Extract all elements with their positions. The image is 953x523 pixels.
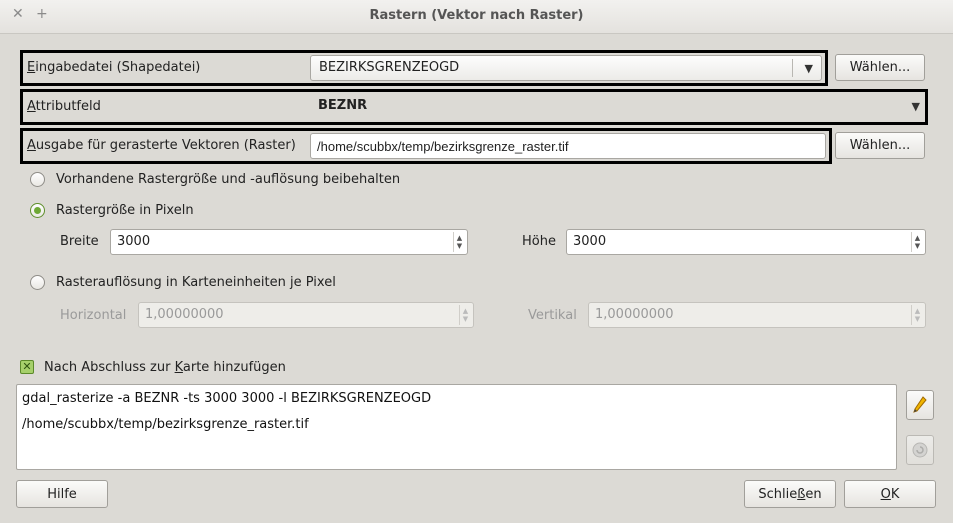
add-to-map-label: Nach Abschluss zur Karte hinzufügen (44, 360, 286, 375)
vertical-label: Vertikal (528, 308, 577, 323)
close-button[interactable]: Schlie ß en (744, 480, 836, 508)
map-units-radio[interactable] (30, 275, 45, 290)
dropdown-arrow-icon: ▼ (911, 100, 920, 113)
spin-arrows-icon[interactable]: ▲ ▼ (911, 232, 923, 252)
reset-command-button[interactable] (906, 435, 934, 465)
output-browse-button[interactable]: Wählen... (835, 132, 925, 159)
attribute-label: Attributfeld (27, 99, 101, 114)
keep-size-radio[interactable] (30, 172, 45, 187)
spin-arrows-icon[interactable]: ▲ ▼ (453, 232, 465, 252)
height-spinbox[interactable]: 3000 ▲ ▼ (566, 229, 926, 255)
title-bar: ✕ + Rastern (Vektor nach Raster) (0, 0, 953, 34)
pixel-size-radio[interactable] (30, 203, 45, 218)
command-preview[interactable]: gdal_rasterize -a BEZNR -ts 3000 3000 -l… (16, 384, 897, 470)
output-path-input[interactable] (310, 133, 826, 159)
input-file-browse-button[interactable]: Wählen... (835, 54, 925, 81)
pixel-size-label: Rastergröße in Pixeln (56, 203, 194, 218)
height-label: Höhe (522, 234, 556, 249)
input-file-combo[interactable]: BEZIRKSGRENZEOGD ▼ (310, 55, 822, 81)
width-label: Breite (60, 234, 99, 249)
keep-size-label: Vorhandene Rastergröße und -auflösung be… (56, 172, 401, 187)
ok-button[interactable]: OK (844, 480, 936, 508)
window-title: Rastern (Vektor nach Raster) (369, 8, 584, 23)
help-button[interactable]: Hilfe (16, 480, 108, 508)
input-file-label: Eingabedatei (Shapedatei) (27, 60, 201, 75)
spin-arrows-icon: ▲ ▼ (911, 305, 923, 325)
command-line-1: gdal_rasterize -a BEZNR -ts 3000 3000 -l… (22, 391, 432, 406)
spin-arrows-icon: ▲ ▼ (459, 305, 471, 325)
pencil-icon (913, 396, 927, 413)
vertical-value: 1,00000000 (595, 307, 674, 322)
input-file-value: BEZIRKSGRENZEOGD (319, 60, 460, 75)
height-value: 3000 (573, 234, 607, 249)
combo-separator (792, 59, 793, 77)
horizontal-value: 1,00000000 (145, 307, 224, 322)
attribute-value: BEZNR (318, 98, 368, 113)
add-to-map-checkbox[interactable]: ✕ (20, 360, 34, 374)
map-units-label: Rasterauflösung in Karteneinheiten je Pi… (56, 275, 336, 290)
horizontal-spinbox: 1,00000000 ▲ ▼ (138, 302, 474, 328)
command-line-2: /home/scubbx/temp/bezirksgrenze_raster.t… (22, 417, 309, 432)
output-label: Ausgabe für gerasterte Vektoren (Raster) (27, 138, 296, 153)
width-value: 3000 (117, 234, 151, 249)
vertical-spinbox: 1,00000000 ▲ ▼ (588, 302, 926, 328)
edit-command-button[interactable] (906, 390, 934, 420)
attribute-combo[interactable]: BEZNR ▼ (310, 94, 924, 120)
reset-icon (912, 442, 928, 458)
width-spinbox[interactable]: 3000 ▲ ▼ (110, 229, 468, 255)
horizontal-label: Horizontal (60, 308, 127, 323)
dropdown-arrow-icon: ▼ (804, 62, 813, 75)
